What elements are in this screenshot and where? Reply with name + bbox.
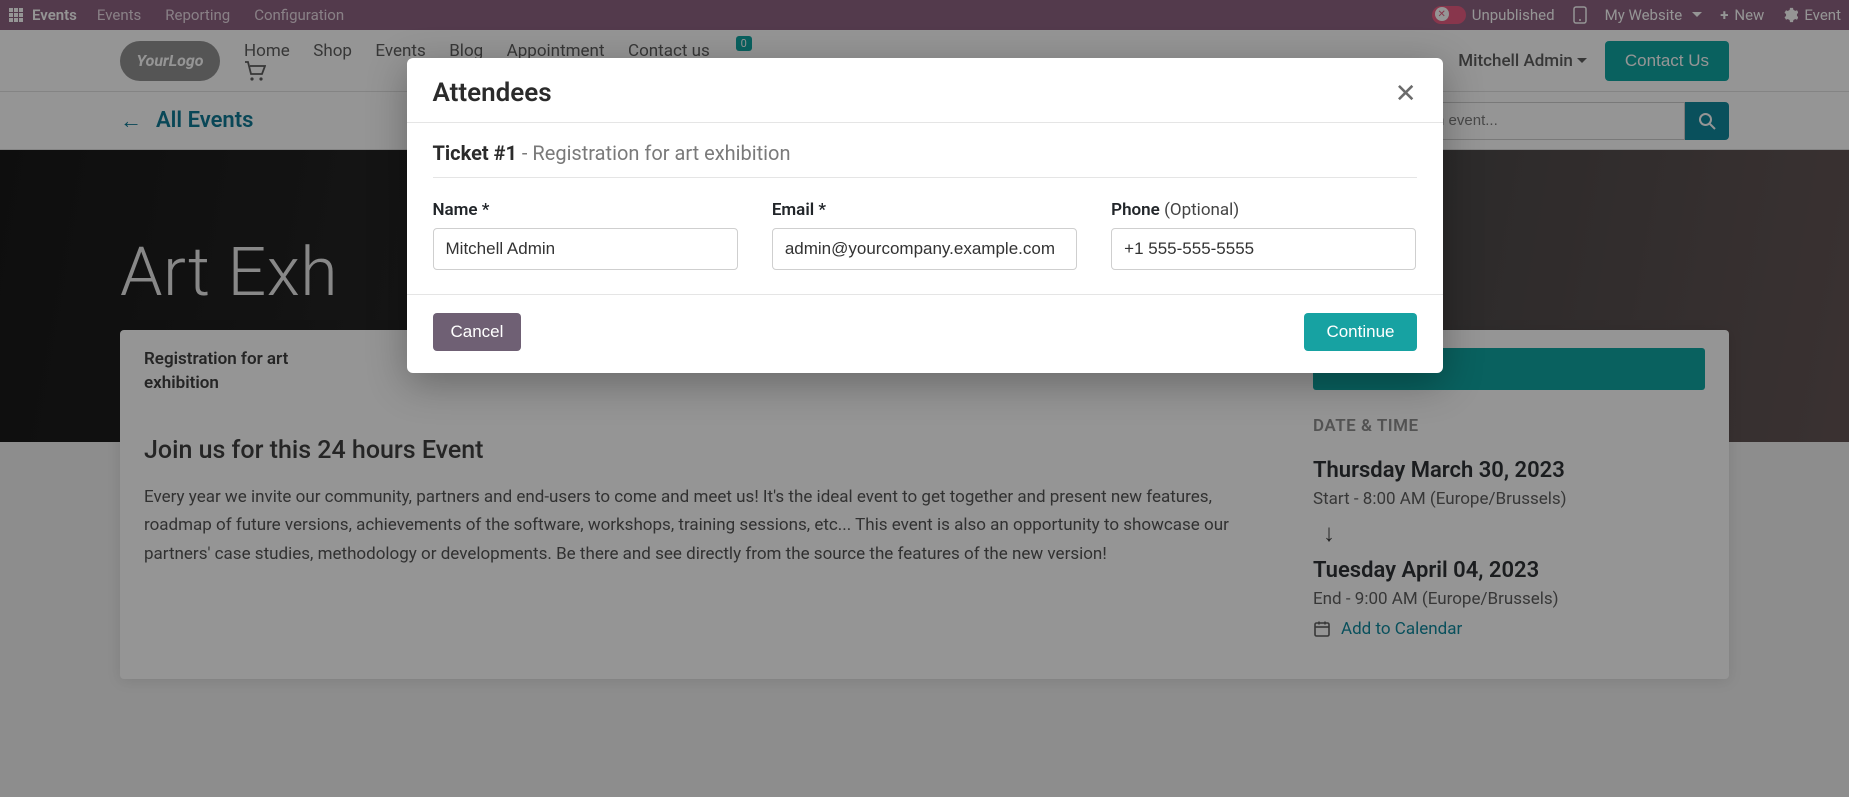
phone-input[interactable] (1111, 228, 1416, 270)
modal-close-button[interactable]: ✕ (1395, 80, 1417, 106)
ticket-heading: Ticket #1 - Registration for art exhibit… (433, 141, 1417, 165)
attendees-modal: Attendees ✕ Ticket #1 - Registration for… (407, 58, 1443, 373)
ticket-number: Ticket #1 (433, 141, 517, 165)
divider (433, 177, 1417, 178)
close-icon: ✕ (1395, 78, 1417, 108)
email-label: Email * (772, 200, 1077, 220)
phone-label: Phone (Optional) (1111, 200, 1416, 220)
continue-button[interactable]: Continue (1304, 313, 1416, 351)
modal-title: Attendees (433, 78, 552, 108)
name-label: Name * (433, 200, 738, 220)
email-input[interactable] (772, 228, 1077, 270)
name-input[interactable] (433, 228, 738, 270)
cancel-button[interactable]: Cancel (433, 313, 522, 351)
ticket-description: Registration for art exhibition (532, 141, 790, 165)
